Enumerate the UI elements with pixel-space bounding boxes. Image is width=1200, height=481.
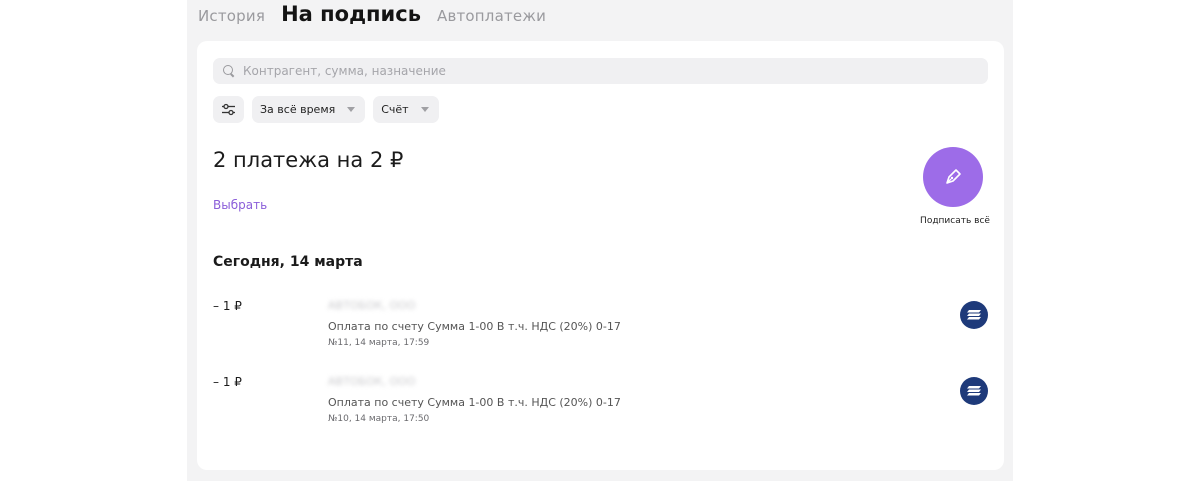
account-dropdown[interactable]: Счёт <box>373 96 439 123</box>
tabs-bar: История На подпись Автоплатежи <box>198 2 546 36</box>
payment-purpose: Оплата по счету Сумма 1-00 В т.ч. НДС (2… <box>328 396 621 409</box>
search-bar[interactable] <box>213 58 988 84</box>
payment-amount: – 1 ₽ <box>213 375 242 389</box>
payments-summary: 2 платежа на 2 ₽ <box>213 148 404 172</box>
payment-amount: – 1 ₽ <box>213 299 242 313</box>
pen-icon <box>946 169 961 184</box>
search-icon <box>223 65 235 77</box>
payment-row[interactable]: – 1 ₽ АВТОБОК, ООО Оплата по счету Сумма… <box>197 297 1004 357</box>
tab-autopayments[interactable]: Автоплатежи <box>437 7 546 25</box>
payment-contragent: АВТОБОК, ООО <box>328 299 416 312</box>
tab-history[interactable]: История <box>198 7 265 25</box>
filters-row: За всё время Счёт <box>213 96 439 123</box>
tab-to-sign[interactable]: На подпись <box>281 2 421 26</box>
payment-meta: №11, 14 марта, 17:59 <box>328 338 430 348</box>
filter-settings-button[interactable] <box>213 96 244 123</box>
payment-meta: №10, 14 марта, 17:50 <box>328 414 430 424</box>
sign-all-button[interactable] <box>923 147 983 207</box>
payment-row[interactable]: – 1 ₽ АВТОБОК, ООО Оплата по счету Сумма… <box>197 373 1004 433</box>
bank-logo-icon <box>960 377 988 405</box>
period-dropdown-label: За всё время <box>260 103 336 116</box>
sliders-icon <box>222 103 235 116</box>
chevron-down-icon <box>347 107 356 112</box>
payment-contragent: АВТОБОК, ООО <box>328 375 416 388</box>
select-link[interactable]: Выбрать <box>213 198 267 212</box>
payments-card: За всё время Счёт 2 платежа на 2 ₽ Выбра… <box>197 41 1004 470</box>
payment-purpose: Оплата по счету Сумма 1-00 В т.ч. НДС (2… <box>328 320 621 333</box>
section-date-heading: Сегодня, 14 марта <box>213 254 363 270</box>
search-input[interactable] <box>243 64 963 78</box>
bank-logo-icon <box>960 301 988 329</box>
chevron-down-icon <box>420 107 429 112</box>
sign-all-label: Подписать всё <box>920 216 990 226</box>
period-dropdown[interactable]: За всё время <box>252 96 366 123</box>
account-dropdown-label: Счёт <box>381 103 409 116</box>
